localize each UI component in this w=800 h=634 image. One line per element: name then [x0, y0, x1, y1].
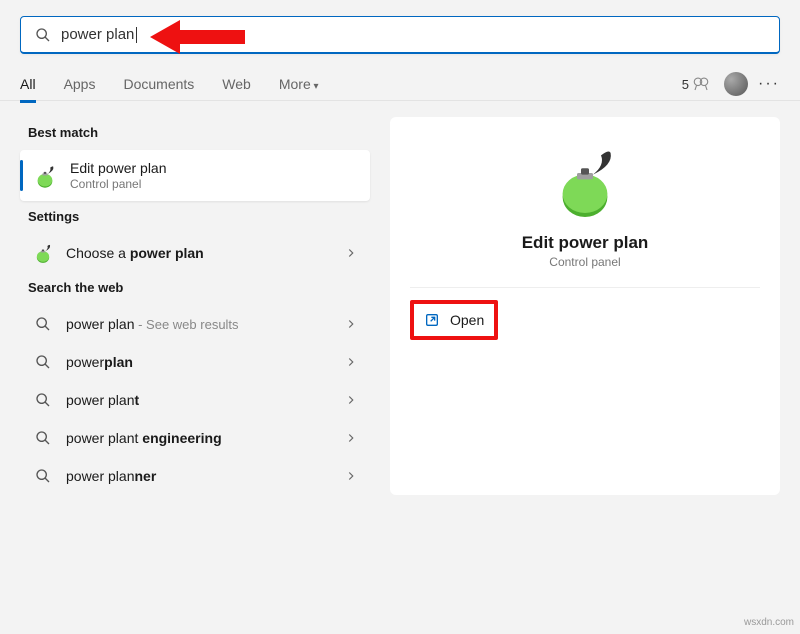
- medal-icon: [692, 75, 710, 93]
- result-subtitle: Control panel: [70, 177, 358, 191]
- chevron-right-icon: [344, 317, 358, 331]
- search-icon: [32, 351, 54, 373]
- search-box[interactable]: power plan: [20, 16, 780, 54]
- section-settings: Settings: [28, 209, 370, 224]
- tab-all[interactable]: All: [20, 68, 36, 103]
- more-options[interactable]: ···: [758, 75, 780, 93]
- result-title: power plan - See web results: [66, 316, 344, 332]
- power-plan-icon: [32, 163, 58, 189]
- rewards-points[interactable]: 5: [682, 75, 710, 93]
- result-title: power plant: [66, 392, 344, 408]
- power-plan-large-icon: [545, 141, 625, 221]
- open-label: Open: [450, 312, 484, 328]
- section-best-match: Best match: [28, 125, 370, 140]
- result-title: Choose a power plan: [66, 245, 344, 261]
- search-query: power plan: [61, 26, 134, 43]
- search-icon: [32, 313, 54, 335]
- tab-web[interactable]: Web: [222, 68, 251, 100]
- web-result[interactable]: power plant engineering: [20, 419, 370, 457]
- chevron-right-icon: [344, 355, 358, 369]
- tab-more[interactable]: More: [279, 68, 319, 100]
- watermark: wsxdn.com: [744, 617, 794, 628]
- detail-title: Edit power plan: [522, 233, 649, 253]
- filter-tabs: All Apps Documents Web More 5 ···: [20, 68, 780, 100]
- power-plan-icon: [32, 242, 54, 264]
- user-avatar[interactable]: [724, 72, 748, 96]
- chevron-right-icon: [344, 431, 358, 445]
- search-icon: [32, 389, 54, 411]
- search-icon: [32, 465, 54, 487]
- results-list: Best match Edit power plan Control panel…: [20, 117, 370, 495]
- detail-panel: Edit power plan Control panel Open: [390, 117, 780, 495]
- result-title: power plant engineering: [66, 430, 344, 446]
- result-edit-power-plan[interactable]: Edit power plan Control panel: [20, 150, 370, 201]
- result-title: power planner: [66, 468, 344, 484]
- result-title: Edit power plan: [70, 160, 358, 176]
- search-icon: [35, 27, 51, 43]
- tab-apps[interactable]: Apps: [64, 68, 96, 100]
- web-result[interactable]: powerplan: [20, 343, 370, 381]
- chevron-right-icon: [344, 469, 358, 483]
- open-icon: [424, 312, 440, 328]
- section-web: Search the web: [28, 280, 370, 295]
- web-result[interactable]: power plant: [20, 381, 370, 419]
- chevron-right-icon: [344, 246, 358, 260]
- detail-subtitle: Control panel: [549, 255, 620, 269]
- chevron-right-icon: [344, 393, 358, 407]
- tab-documents[interactable]: Documents: [123, 68, 194, 100]
- result-title: powerplan: [66, 354, 344, 370]
- web-result[interactable]: power planner: [20, 457, 370, 495]
- search-icon: [32, 427, 54, 449]
- settings-result[interactable]: Choose a power plan: [20, 234, 370, 272]
- web-result[interactable]: power plan - See web results: [20, 305, 370, 343]
- open-button[interactable]: Open: [410, 300, 498, 340]
